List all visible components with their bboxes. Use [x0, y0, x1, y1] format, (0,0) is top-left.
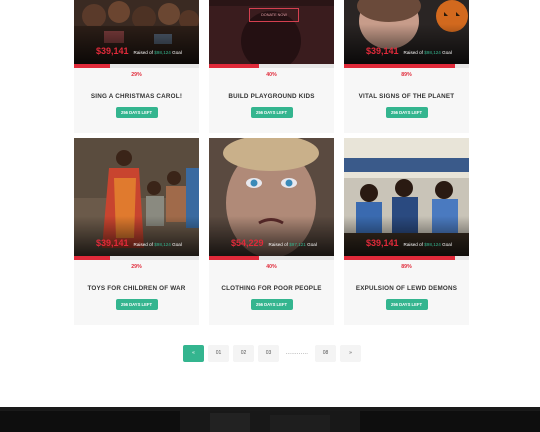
cause-image[interactable]: $39,141 Raised of $98,124 Goal [344, 0, 469, 64]
cause-card: $39,141 Raised of $98,124 Goal 29% TOYS … [74, 138, 199, 325]
causes-page: $39,141 Raised of $98,124 Goal 29% SING … [0, 0, 540, 432]
days-left-button[interactable]: 256 DAYS LEFT [385, 299, 428, 310]
raised-amount: $54,229 [231, 238, 264, 248]
progress-fill [344, 64, 456, 68]
progress-percent: 40% [266, 72, 277, 78]
page-button[interactable]: 02 [233, 345, 254, 362]
pagination: « 01 02 03 ............ 08 » [183, 345, 361, 362]
progress-fill [209, 256, 259, 260]
cause-image[interactable]: $39,141 Raised of $98,124 Goal [74, 138, 199, 256]
footer-band [0, 407, 540, 432]
raised-info: $39,141 Raised of $98,124 Goal [366, 46, 452, 56]
cause-image[interactable]: $39,141 Raised of $98,124 Goal [344, 138, 469, 256]
cause-card: DONATE NOW 40% BUILD PLAYGROUND KIDS 256… [209, 0, 334, 133]
footer-texture [0, 407, 540, 432]
progress-percent: 29% [131, 72, 142, 78]
cause-image[interactable]: DONATE NOW [209, 0, 334, 64]
progress-percent: 89% [401, 264, 412, 270]
progress-percent: 29% [131, 264, 142, 270]
raised-amount: $39,141 [96, 238, 129, 248]
progress-bar [344, 64, 469, 68]
cause-card: $54,229 Raised of $97,121 Goal 40% CLOTH… [209, 138, 334, 325]
prev-page-button[interactable]: « [183, 345, 204, 362]
progress-percent: 40% [266, 264, 277, 270]
cause-title[interactable]: CLOTHING FOR POOR PEOPLE [209, 285, 334, 292]
cause-card: $39,141 Raised of $98,124 Goal 29% SING … [74, 0, 199, 133]
cause-title[interactable]: EXPULSION OF LEWD DEMONS [344, 285, 469, 292]
days-left-button[interactable]: 256 DAYS LEFT [250, 299, 293, 310]
page-ellipsis: ............ [285, 350, 309, 356]
days-left-button[interactable]: 256 DAYS LEFT [385, 107, 428, 118]
goal-text: Raised of $98,124 Goal [133, 50, 182, 55]
goal-text: Raised of $98,124 Goal [403, 50, 452, 55]
days-left-button[interactable]: 256 DAYS LEFT [115, 299, 158, 310]
donate-now-button[interactable]: DONATE NOW [249, 8, 299, 22]
progress-bar [209, 256, 334, 260]
cause-card: $39,141 Raised of $98,124 Goal 89% VITAL… [344, 0, 469, 133]
raised-amount: $39,141 [366, 46, 399, 56]
progress-fill [344, 256, 456, 260]
goal-text: Raised of $97,121 Goal [268, 242, 317, 247]
page-button[interactable]: 01 [208, 345, 229, 362]
cause-card: $39,141 Raised of $98,124 Goal 89% EXPUL… [344, 138, 469, 325]
progress-bar [344, 256, 469, 260]
cause-title[interactable]: SING A CHRISTMAS CAROL! [74, 93, 199, 100]
raised-info: $39,141 Raised of $98,124 Goal [366, 238, 452, 248]
raised-amount: $39,141 [96, 46, 129, 56]
page-button[interactable]: 08 [315, 345, 336, 362]
progress-fill [74, 64, 111, 68]
progress-bar [209, 64, 334, 68]
next-page-button[interactable]: » [340, 345, 361, 362]
days-left-button[interactable]: 256 DAYS LEFT [115, 107, 158, 118]
goal-text: Raised of $98,124 Goal [403, 242, 452, 247]
cause-image[interactable]: $39,141 Raised of $98,124 Goal [74, 0, 199, 64]
cause-title[interactable]: VITAL SIGNS OF THE PLANET [344, 93, 469, 100]
progress-percent: 89% [401, 72, 412, 78]
days-left-button[interactable]: 256 DAYS LEFT [250, 107, 293, 118]
raised-info: $54,229 Raised of $97,121 Goal [231, 238, 317, 248]
goal-text: Raised of $98,124 Goal [133, 242, 182, 247]
raised-info: $39,141 Raised of $98,124 Goal [96, 238, 182, 248]
cause-title[interactable]: BUILD PLAYGROUND KIDS [209, 93, 334, 100]
page-button[interactable]: 03 [258, 345, 279, 362]
progress-fill [74, 256, 111, 260]
cause-image[interactable]: $54,229 Raised of $97,121 Goal [209, 138, 334, 256]
progress-bar [74, 64, 199, 68]
progress-fill [209, 64, 259, 68]
progress-bar [74, 256, 199, 260]
raised-amount: $39,141 [366, 238, 399, 248]
cause-title[interactable]: TOYS FOR CHILDREN OF WAR [74, 285, 199, 292]
raised-info: $39,141 Raised of $98,124 Goal [96, 46, 182, 56]
